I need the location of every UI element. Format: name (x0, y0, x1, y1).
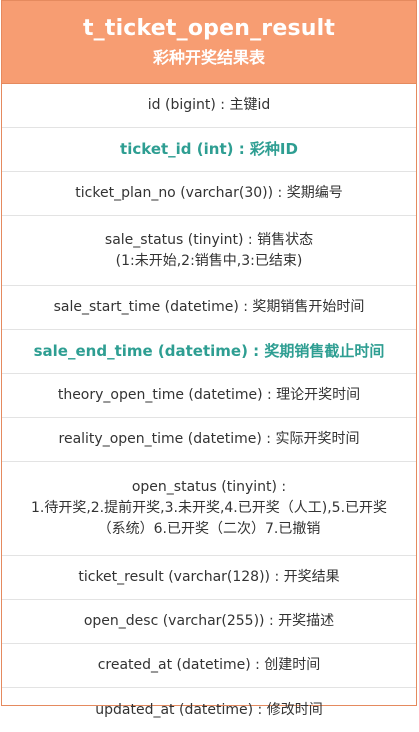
field-text: id (bigint) : 主键id (147, 97, 271, 113)
field-text-note: （系统）6.已开奖（二次）7.已撤销 (97, 521, 321, 537)
field-row-sale-end-time: sale_end_time (datetime) : 奖期销售截止时间 (2, 330, 416, 374)
entity-table: t_ticket_open_result 彩种开奖结果表 id (bigint)… (1, 0, 417, 718)
field-text: ticket_plan_no (varchar(30)) : 奖期编号 (75, 185, 343, 201)
field-text: created_at (datetime) : 创建时间 (97, 657, 321, 673)
field-text: reality_open_time (datetime) : 实际开奖时间 (58, 431, 360, 447)
field-text: open_status (tinyint) : (131, 479, 287, 495)
field-text: theory_open_time (datetime) : 理论开奖时间 (57, 387, 361, 403)
field-row-ticket-plan-no: ticket_plan_no (varchar(30)) : 奖期编号 (2, 172, 416, 216)
field-text: open_desc (varchar(255)) : 开奖描述 (83, 613, 335, 629)
field-row-theory-open-time: theory_open_time (datetime) : 理论开奖时间 (2, 374, 416, 418)
table-title: t_ticket_open_result (82, 16, 336, 41)
field-text: sale_status (tinyint) : 销售状态 (104, 231, 314, 248)
field-row-ticket-id: ticket_id (int) : 彩种ID (2, 128, 416, 172)
field-text: ticket_id (int) : 彩种ID (120, 140, 298, 158)
table-subtitle: 彩种开奖结果表 (152, 48, 265, 67)
field-row-updated-at: updated_at (datetime) : 修改时间 (2, 688, 416, 732)
field-row-created-at: created_at (datetime) : 创建时间 (2, 644, 416, 688)
field-text-note: (1:未开始,2:销售中,3:已结束) (115, 252, 303, 269)
field-text: sale_end_time (datetime) : 奖期销售截止时间 (33, 342, 385, 360)
field-row-sale-start-time: sale_start_time (datetime) : 奖期销售开始时间 (2, 286, 416, 330)
field-row-ticket-result: ticket_result (varchar(128)) : 开奖结果 (2, 556, 416, 600)
field-text: sale_start_time (datetime) : 奖期销售开始时间 (53, 299, 365, 315)
field-text: updated_at (datetime) : 修改时间 (95, 701, 323, 718)
field-row-open-status: open_status (tinyint) : 1.待开奖,2.提前开奖,3.未… (2, 462, 416, 556)
field-text: ticket_result (varchar(128)) : 开奖结果 (78, 569, 340, 585)
field-text-note: 1.待开奖,2.提前开奖,3.未开奖,4.已开奖（人工),5.已开奖 (30, 500, 388, 516)
table-header: t_ticket_open_result 彩种开奖结果表 (2, 1, 416, 84)
field-row-id: id (bigint) : 主键id (2, 84, 416, 128)
field-row-reality-open-time: reality_open_time (datetime) : 实际开奖时间 (2, 418, 416, 462)
field-row-open-desc: open_desc (varchar(255)) : 开奖描述 (2, 600, 416, 644)
field-row-sale-status: sale_status (tinyint) : 销售状态 (1:未开始,2:销售… (2, 216, 416, 286)
